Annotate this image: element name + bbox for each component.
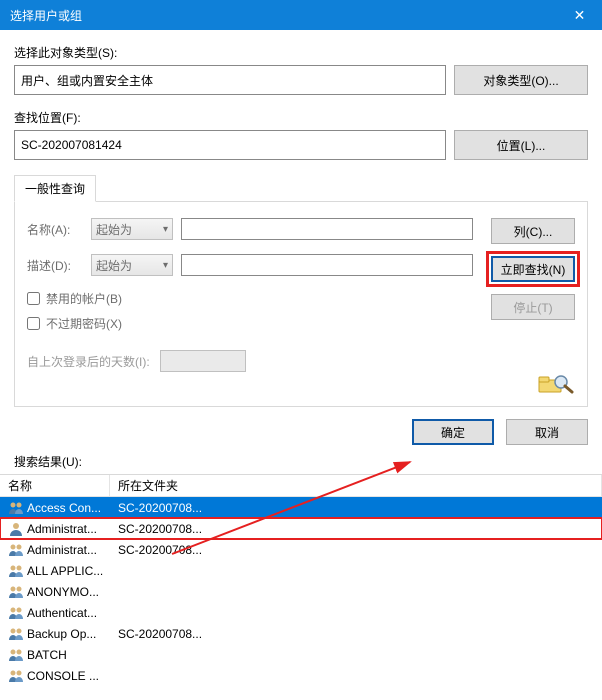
name-input[interactable] [181, 218, 473, 240]
name-match-combo[interactable]: 起始为 [91, 218, 173, 240]
tabs: 一般性查询 [14, 174, 588, 202]
results-label: 搜索结果(U): [0, 453, 602, 474]
cell-name: Backup Op... [0, 626, 110, 642]
table-row[interactable]: ALL APPLIC... [0, 560, 602, 581]
columns-button[interactable]: 列(C)... [491, 218, 575, 244]
desc-label: 描述(D): [27, 257, 83, 274]
close-button[interactable]: ✕ [557, 0, 602, 30]
cell-name: Authenticat... [0, 605, 110, 621]
results-table: 名称 所在文件夹 Access Con...SC-20200708...Admi… [0, 474, 602, 686]
window-title: 选择用户或组 [10, 7, 557, 24]
location-label: 查找位置(F): [14, 109, 588, 126]
cell-name: Access Con... [0, 500, 110, 516]
location-field[interactable]: SC-202007081424 [14, 130, 446, 160]
cell-name: CONSOLE ... [0, 668, 110, 684]
table-row[interactable]: Administrat...SC-20200708... [0, 539, 602, 560]
cell-name: ALL APPLIC... [0, 563, 110, 579]
cell-folder: SC-20200708... [110, 627, 602, 641]
search-folder-icon [537, 372, 575, 394]
cell-folder: SC-20200708... [110, 501, 602, 515]
cell-folder: SC-20200708... [110, 522, 602, 536]
column-name[interactable]: 名称 [0, 475, 110, 496]
table-row[interactable]: Access Con...SC-20200708... [0, 497, 602, 518]
stop-button: 停止(T) [491, 294, 575, 320]
table-row[interactable]: CONSOLE ... [0, 665, 602, 686]
desc-match-combo[interactable]: 起始为 [91, 254, 173, 276]
results-body[interactable]: Access Con...SC-20200708...Administrat..… [0, 497, 602, 686]
close-icon: ✕ [574, 7, 586, 24]
table-row[interactable]: BATCH [0, 644, 602, 665]
desc-input[interactable] [181, 254, 473, 276]
disabled-accounts-checkbox[interactable]: 禁用的帐户(B) [27, 290, 473, 307]
cell-name: Administrat... [0, 521, 110, 537]
titlebar: 选择用户或组 ✕ [0, 0, 602, 30]
table-row[interactable]: ANONYMO... [0, 581, 602, 602]
table-row[interactable]: Administrat...SC-20200708... [0, 518, 602, 539]
name-label: 名称(A): [27, 221, 83, 238]
non-expiring-password-checkbox[interactable]: 不过期密码(X) [27, 315, 473, 332]
cell-folder: SC-20200708... [110, 543, 602, 557]
object-type-label: 选择此对象类型(S): [14, 44, 588, 61]
days-since-login-input [160, 350, 246, 372]
results-header: 名称 所在文件夹 [0, 475, 602, 497]
find-now-button[interactable]: 立即查找(N) [491, 256, 575, 282]
days-since-login-label: 自上次登录后的天数(I): [27, 353, 150, 370]
table-row[interactable]: Backup Op...SC-20200708... [0, 623, 602, 644]
object-type-field[interactable]: 用户、组或内置安全主体 [14, 65, 446, 95]
locations-button[interactable]: 位置(L)... [454, 130, 588, 160]
cell-name: ANONYMO... [0, 584, 110, 600]
cell-name: Administrat... [0, 542, 110, 558]
cancel-button[interactable]: 取消 [506, 419, 588, 445]
cell-name: BATCH [0, 647, 110, 663]
ok-button[interactable]: 确定 [412, 419, 494, 445]
query-panel: 名称(A): 起始为 描述(D): 起始为 禁用的帐户(B) 不过期密码(X) … [14, 202, 588, 407]
dialog-buttons: 确定 取消 [0, 407, 602, 453]
object-types-button[interactable]: 对象类型(O)... [454, 65, 588, 95]
table-row[interactable]: Authenticat... [0, 602, 602, 623]
column-folder[interactable]: 所在文件夹 [110, 475, 602, 496]
tab-common-query[interactable]: 一般性查询 [14, 175, 96, 202]
